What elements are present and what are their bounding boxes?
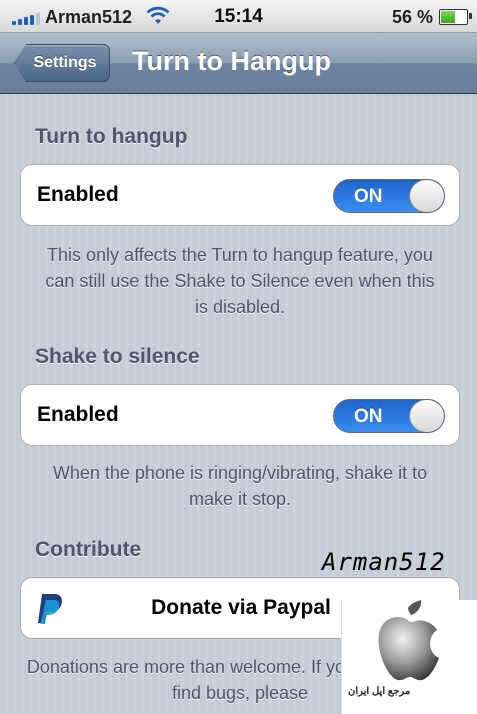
watermark-caption: مرجع اپل ایران (348, 686, 411, 697)
navigation-bar: Settings Turn to Hangup (0, 33, 477, 94)
toggle-knob[interactable] (409, 400, 444, 432)
back-button-settings[interactable]: Settings (14, 44, 110, 82)
shake-to-silence-footnote: When the phone is ringing/vibrating, sha… (52, 463, 428, 509)
battery-icon (439, 9, 472, 25)
cell-label-enabled: Enabled (37, 403, 119, 426)
page-title: Turn to Hangup (132, 46, 331, 76)
section-header-turn-to-hangup: Turn to hangup (35, 125, 188, 148)
turn-to-hangup-footnote: This only affects the Turn to hangup fea… (45, 245, 435, 317)
cell-turn-to-hangup-enabled: Enabled ON (20, 164, 460, 226)
cell-label-enabled: Enabled (37, 183, 119, 206)
watermark-logo-box: مرجع اپل ایران (341, 600, 477, 714)
battery-percentage: 56 % (391, 7, 433, 27)
shake-to-silence-toggle[interactable]: ON (333, 399, 445, 433)
section-header-contribute: Contribute (35, 538, 142, 561)
cell-shake-to-silence-enabled: Enabled ON (20, 384, 460, 446)
watermark-name: Arman512 (322, 548, 446, 576)
turn-to-hangup-toggle[interactable]: ON (333, 179, 445, 213)
status-bar: Arman512 15:14 56 % (0, 0, 477, 33)
toggle-knob[interactable] (409, 180, 444, 212)
apple-logo-icon (378, 600, 439, 681)
toggle-on-label: ON (354, 186, 383, 207)
toggle-on-label: ON (354, 406, 383, 427)
section-header-shake-to-silence: Shake to silence (35, 345, 200, 368)
